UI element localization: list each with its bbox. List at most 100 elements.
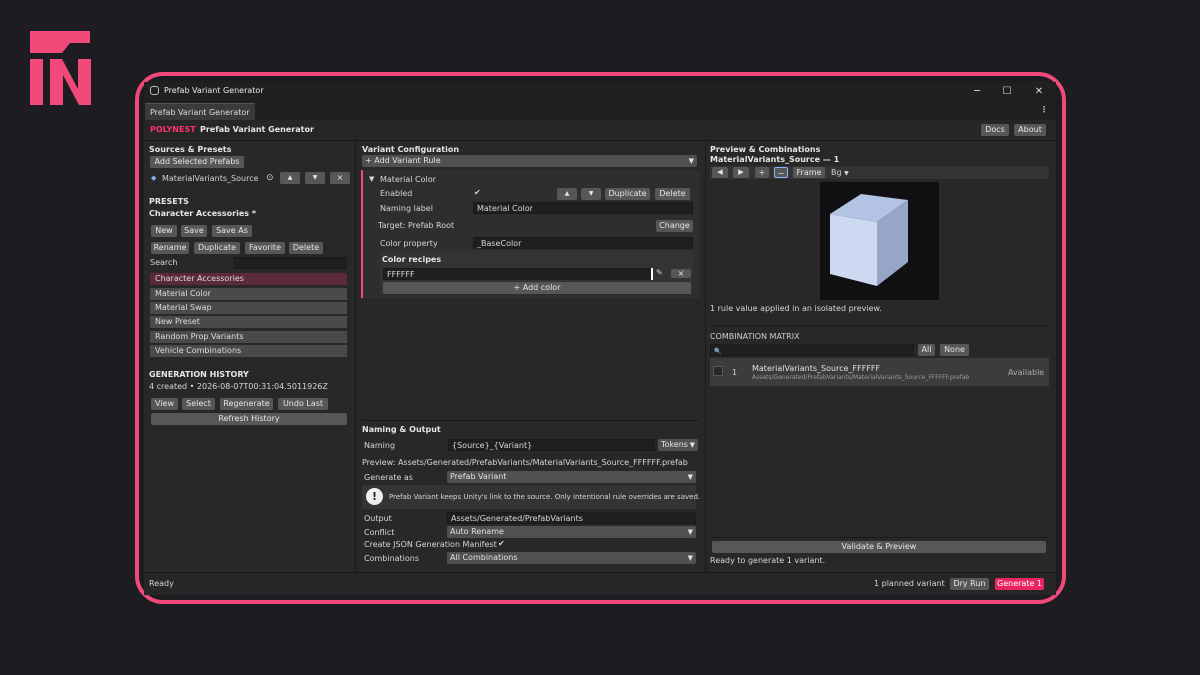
add-color-button[interactable]: + Add color (383, 282, 691, 294)
conflict-dropdown[interactable]: Auto Rename ▼ (447, 526, 696, 538)
history-select-button[interactable]: Select (182, 398, 215, 410)
row-checkbox[interactable] (713, 366, 723, 376)
color-recipes-heading: Color recipes (382, 255, 442, 264)
preset-item-vehicle-combinations[interactable]: Vehicle Combinations (150, 345, 347, 357)
color-property-input[interactable]: _BaseColor (473, 237, 693, 249)
matrix-search-input[interactable]: 🔍 (710, 344, 914, 356)
preset-duplicate-button[interactable]: Duplicate (194, 242, 240, 254)
bg-dropdown[interactable]: Bg ▼ (831, 168, 849, 177)
enabled-label: Enabled (380, 189, 413, 198)
tool-header: POLYNEST Prefab Variant Generator Docs A… (144, 120, 1056, 141)
output-label: Output (364, 514, 392, 523)
add-variant-rule-label: + Add Variant Rule (365, 156, 441, 165)
manifest-checkbox[interactable]: ✔ (498, 539, 505, 548)
source-item[interactable]: ◆ MaterialVariants_Source ⊙ ▲ ▼ × (149, 172, 350, 184)
row-index: 1 (732, 368, 738, 377)
tab-prefab-variant-generator[interactable]: Prefab Variant Generator (145, 103, 255, 121)
eyedropper-icon[interactable]: ✎ (656, 268, 663, 277)
preset-save-button[interactable]: Save (181, 225, 207, 237)
preset-item-material-color[interactable]: Material Color (150, 288, 347, 300)
history-undo-last-button[interactable]: Undo Last (278, 398, 328, 410)
tokens-dropdown[interactable]: Tokens ▼ (658, 439, 698, 451)
maximize-icon[interactable]: ☐ (992, 83, 1022, 100)
search-label: Search (150, 258, 178, 267)
preset-rename-button[interactable]: Rename (151, 242, 189, 254)
dry-run-button[interactable]: Dry Run (950, 578, 989, 590)
add-selected-prefabs-button[interactable]: Add Selected Prefabs (150, 156, 244, 168)
zoom-in-button[interactable]: + (755, 167, 769, 178)
preset-new-button[interactable]: New (151, 225, 177, 237)
status-text: Ready (149, 579, 174, 588)
add-variant-rule-dropdown[interactable]: + Add Variant Rule ▼ (362, 155, 697, 167)
object-picker-icon[interactable]: ⊙ (266, 173, 274, 183)
info-icon: ! (366, 488, 383, 505)
matrix-row[interactable]: 1 MaterialVariants_Source_FFFFFF Assets/… (710, 358, 1049, 386)
title-bar: Prefab Variant Generator ─ ☐ ✕ (144, 82, 1056, 101)
tab-bar: Prefab Variant Generator ⋮ (144, 101, 1056, 121)
select-none-button[interactable]: None (940, 344, 969, 356)
color-recipe-field[interactable]: FFFFFF (383, 268, 651, 280)
tokens-label: Tokens (661, 440, 688, 449)
preview-viewport[interactable] (820, 182, 939, 300)
validate-preview-button[interactable]: Validate & Preview (712, 541, 1046, 553)
preset-item-character-accessories[interactable]: Character Accessories (150, 273, 347, 285)
chevron-down-icon: ▼ (688, 157, 694, 165)
prefab-icon: ◆ (151, 174, 157, 182)
preview-heading: Preview & Combinations (710, 145, 821, 154)
prev-button[interactable]: ◀ (712, 167, 728, 178)
chevron-down-icon: ▼ (687, 554, 693, 562)
presets-heading: PRESETS (149, 197, 189, 206)
about-button[interactable]: About (1014, 124, 1046, 136)
change-target-button[interactable]: Change (656, 220, 693, 232)
generate-as-label: Generate as (364, 473, 413, 482)
close-icon[interactable]: ✕ (1024, 83, 1054, 100)
rule-title: Material Color (380, 175, 436, 184)
recipe-remove-button[interactable]: × (671, 269, 691, 278)
preset-item-random-prop-variants[interactable]: Random Prop Variants (150, 331, 347, 343)
preset-favorite-button[interactable]: Favorite (245, 242, 285, 254)
cube-front-face (830, 214, 877, 286)
divider-left (355, 141, 356, 572)
color-swatch[interactable] (651, 268, 653, 280)
more-options-icon[interactable]: ⋮ (1040, 105, 1048, 114)
enabled-checkbox[interactable]: ✔ (474, 188, 481, 197)
refresh-history-button[interactable]: Refresh History (151, 413, 347, 425)
generate-button[interactable]: Generate 1 (995, 578, 1044, 590)
current-preset: Character Accessories * (149, 209, 256, 218)
naming-pattern-input[interactable]: {Source}_{Variant} (448, 439, 655, 451)
preset-item-new-preset[interactable]: New Preset (150, 316, 347, 328)
preset-search-input[interactable] (234, 257, 347, 269)
status-bar: Ready 1 planned variant Dry Run Generate… (144, 572, 1056, 595)
next-button[interactable]: ▶ (733, 167, 749, 178)
preview-subheading: MaterialVariants_Source — 1 (710, 155, 840, 164)
zoom-out-button[interactable]: − (774, 167, 788, 178)
chevron-down-icon: ▼ (689, 441, 695, 449)
preset-delete-button[interactable]: Delete (289, 242, 323, 254)
history-info: 4 created • 2026-08-07T00:31:04.5011926Z (149, 382, 328, 391)
frame-button[interactable]: Frame (793, 167, 825, 178)
history-regenerate-button[interactable]: Regenerate (220, 398, 273, 410)
docs-button[interactable]: Docs (981, 124, 1009, 136)
select-all-button[interactable]: All (918, 344, 935, 356)
history-view-button[interactable]: View (151, 398, 178, 410)
matrix-divider (710, 325, 1049, 326)
naming-label-input[interactable]: Material Color (473, 202, 693, 214)
output-path-input[interactable]: Assets/Generated/PrefabVariants (447, 512, 696, 524)
preset-item-material-swap[interactable]: Material Swap (150, 302, 347, 314)
generate-as-dropdown[interactable]: Prefab Variant ▼ (447, 471, 696, 483)
source-remove-button[interactable]: × (330, 172, 350, 184)
editor-window: Prefab Variant Generator ─ ☐ ✕ Prefab Va… (144, 82, 1056, 595)
row-name: MaterialVariants_Source_FFFFFF (752, 364, 881, 373)
naming-output-heading: Naming & Output (362, 425, 441, 434)
combinations-dropdown[interactable]: All Combinations ▼ (447, 552, 696, 564)
collapse-arrow-icon[interactable]: ▼ (369, 175, 374, 183)
rule-duplicate-button[interactable]: Duplicate (605, 188, 650, 200)
rule-delete-button[interactable]: Delete (655, 188, 690, 200)
source-down-button[interactable]: ▼ (305, 172, 325, 184)
preview-toolbar: ◀ ▶ + − Frame Bg ▼ (710, 166, 1049, 179)
preset-save-as-button[interactable]: Save As (212, 225, 252, 237)
minimize-icon[interactable]: ─ (962, 83, 992, 100)
source-up-button[interactable]: ▲ (280, 172, 300, 184)
rule-down-button[interactable]: ▼ (581, 188, 601, 200)
rule-up-button[interactable]: ▲ (557, 188, 577, 200)
